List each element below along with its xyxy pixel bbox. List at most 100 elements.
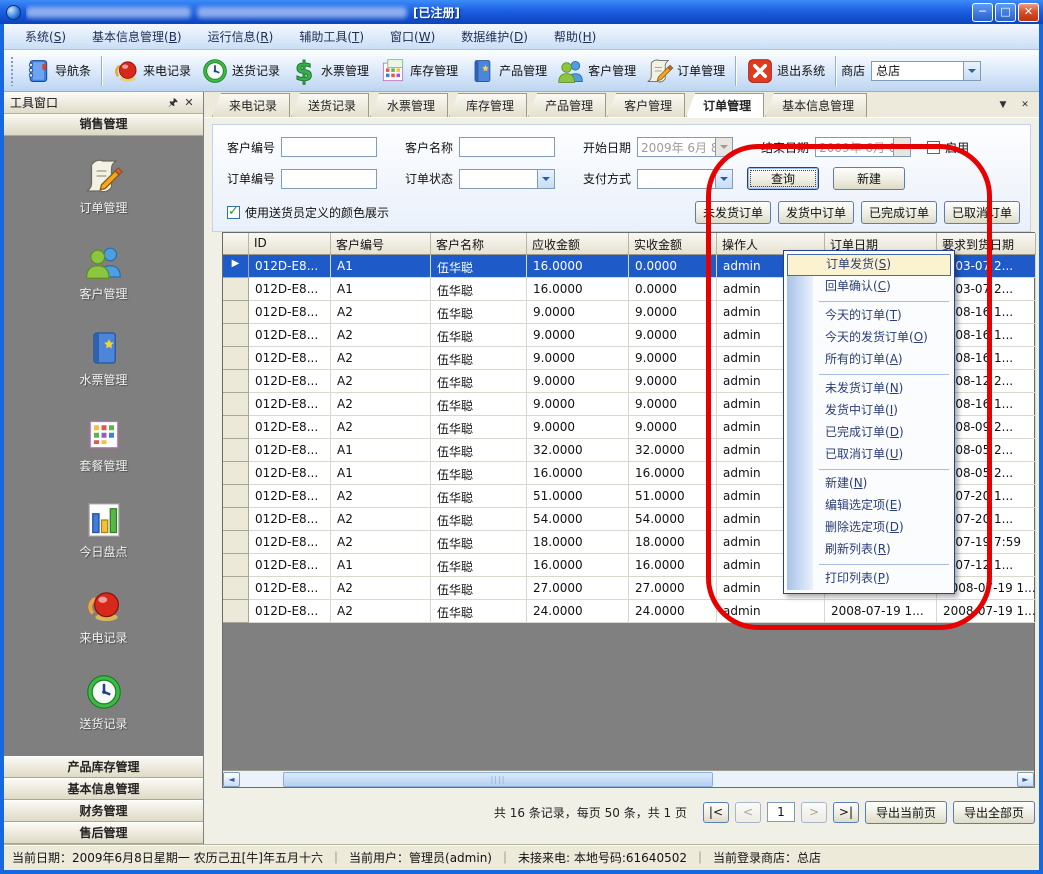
menubar-item[interactable]: 系统(S)	[12, 24, 79, 49]
toolbar-grip-handle[interactable]	[10, 56, 15, 86]
last-page-button[interactable]: >|	[833, 802, 859, 823]
sidebar-group-header[interactable]: 售后管理	[4, 822, 203, 844]
table-cell[interactable]: 54.0000	[629, 508, 717, 531]
table-cell[interactable]: 012D-E8...	[249, 485, 331, 508]
table-cell[interactable]: A2	[331, 531, 431, 554]
sidebar-item[interactable]: 客户管理	[4, 242, 203, 302]
table-cell[interactable]: A2	[331, 347, 431, 370]
table-cell[interactable]: 012D-E8...	[249, 462, 331, 485]
table-cell[interactable]: 18.0000	[527, 531, 629, 554]
table-cell[interactable]: 伍华聪	[431, 416, 527, 439]
order-no-input[interactable]	[281, 169, 377, 189]
context-menu-item[interactable]: 刷新列表(R)	[787, 539, 951, 561]
sidebar-group-header[interactable]: 财务管理	[4, 800, 203, 822]
chevron-down-icon[interactable]	[963, 62, 980, 80]
exit-system-button[interactable]: 退出系统	[741, 54, 830, 88]
scroll-left-icon[interactable]: ◄	[223, 772, 240, 787]
table-cell[interactable]: 16.0000	[527, 255, 629, 278]
table-cell[interactable]: 9.0000	[527, 324, 629, 347]
table-cell[interactable]: 16.0000	[527, 278, 629, 301]
table-cell[interactable]: 16.0000	[527, 462, 629, 485]
minimize-button[interactable]: ─	[972, 3, 993, 22]
maximize-button[interactable]: □	[995, 3, 1016, 22]
context-menu-item[interactable]: 订单发货(S)	[787, 254, 951, 276]
table-cell[interactable]: 9.0000	[629, 324, 717, 347]
start-date-picker[interactable]: 2009年 6月 8日	[637, 137, 733, 157]
context-menu-item[interactable]: 所有的订单(A)	[787, 349, 951, 371]
table-cell[interactable]: A2	[331, 301, 431, 324]
close-button[interactable]: ✕	[1018, 3, 1039, 22]
next-page-button[interactable]: >	[801, 802, 827, 823]
table-cell[interactable]: A2	[331, 370, 431, 393]
table-cell[interactable]: A2	[331, 393, 431, 416]
table-cell[interactable]: 伍华聪	[431, 347, 527, 370]
table-cell[interactable]: 012D-E8...	[249, 554, 331, 577]
table-cell[interactable]: 24.0000	[629, 600, 717, 623]
first-page-button[interactable]: |<	[703, 802, 729, 823]
table-cell[interactable]: 9.0000	[629, 370, 717, 393]
menubar-item[interactable]: 数据维护(D)	[448, 24, 541, 49]
menubar-item[interactable]: 运行信息(R)	[195, 24, 287, 49]
tab[interactable]: 客户管理	[607, 93, 685, 117]
grid-column-header[interactable]: ID	[249, 233, 331, 255]
table-cell[interactable]: 012D-E8...	[249, 324, 331, 347]
table-cell[interactable]: 012D-E8...	[249, 600, 331, 623]
table-cell[interactable]: 012D-E8...	[249, 278, 331, 301]
context-menu-item[interactable]: 打印列表(P)	[787, 568, 951, 590]
horizontal-scrollbar[interactable]: ◄ ►	[223, 770, 1034, 787]
sidebar-item[interactable]: 订单管理	[4, 156, 203, 216]
table-cell[interactable]: 伍华聪	[431, 255, 527, 278]
customer-name-input[interactable]	[459, 137, 555, 157]
order-status-filter-button[interactable]: 已完成订单	[861, 201, 937, 224]
color-display-checkbox[interactable]	[227, 206, 240, 219]
chevron-down-icon[interactable]: ▼	[995, 99, 1011, 113]
sidebar-item[interactable]: 套餐管理	[4, 414, 203, 474]
scrollbar-thumb[interactable]	[283, 772, 713, 787]
table-cell[interactable]: A2	[331, 485, 431, 508]
payment-select[interactable]	[637, 169, 733, 189]
table-cell[interactable]: 伍华聪	[431, 324, 527, 347]
table-cell[interactable]: A1	[331, 439, 431, 462]
table-cell[interactable]: 16.0000	[629, 554, 717, 577]
tab[interactable]: 库存管理	[449, 93, 527, 117]
nav-bar-button[interactable]: 导航条	[19, 54, 96, 88]
tab[interactable]: 水票管理	[370, 93, 448, 117]
table-cell[interactable]: 51.0000	[527, 485, 629, 508]
grid-column-header[interactable]	[223, 233, 249, 255]
table-cell[interactable]: 伍华聪	[431, 439, 527, 462]
enable-checkbox[interactable]	[927, 141, 940, 154]
table-cell[interactable]: 9.0000	[527, 370, 629, 393]
table-cell[interactable]: 伍华聪	[431, 531, 527, 554]
scroll-right-icon[interactable]: ►	[1017, 772, 1034, 787]
table-cell[interactable]: 0.0000	[629, 278, 717, 301]
table-cell[interactable]: 012D-E8...	[249, 416, 331, 439]
order-status-filter-button[interactable]: 发货中订单	[778, 201, 854, 224]
table-cell[interactable]: A2	[331, 508, 431, 531]
menubar-item[interactable]: 帮助(H)	[541, 24, 609, 49]
table-cell[interactable]: 32.0000	[629, 439, 717, 462]
customer-no-input[interactable]	[281, 137, 377, 157]
order-status-filter-button[interactable]: 已取消订单	[944, 201, 1020, 224]
context-menu-item[interactable]: 未发货订单(N)	[787, 378, 951, 400]
toolbar-button[interactable]: $水票管理	[285, 54, 374, 88]
table-cell[interactable]: A2	[331, 600, 431, 623]
toolbar-button[interactable]: 产品管理	[463, 54, 552, 88]
table-cell[interactable]: 012D-E8...	[249, 508, 331, 531]
table-cell[interactable]: A1	[331, 554, 431, 577]
close-icon[interactable]: ✕	[1017, 99, 1033, 113]
chevron-down-icon[interactable]	[537, 170, 554, 188]
context-menu-item[interactable]: 删除选定项(D)	[787, 517, 951, 539]
table-cell[interactable]: 16.0000	[527, 554, 629, 577]
table-cell[interactable]: 伍华聪	[431, 462, 527, 485]
table-cell[interactable]: 9.0000	[527, 301, 629, 324]
table-cell[interactable]: A2	[331, 416, 431, 439]
tab[interactable]: 基本信息管理	[765, 93, 867, 117]
table-cell[interactable]: 2008-07-19 1...	[825, 600, 937, 623]
table-row[interactable]: 012D-E8...A2伍华聪24.000024.0000admin2008-0…	[223, 600, 1034, 623]
table-cell[interactable]: 伍华聪	[431, 393, 527, 416]
table-cell[interactable]: 伍华聪	[431, 554, 527, 577]
grid-column-header[interactable]: 应收金额	[527, 233, 629, 255]
export-all-pages-button[interactable]: 导出全部页	[953, 801, 1035, 824]
toolbar-button[interactable]: 送货记录	[196, 54, 285, 88]
table-cell[interactable]: 24.0000	[527, 600, 629, 623]
